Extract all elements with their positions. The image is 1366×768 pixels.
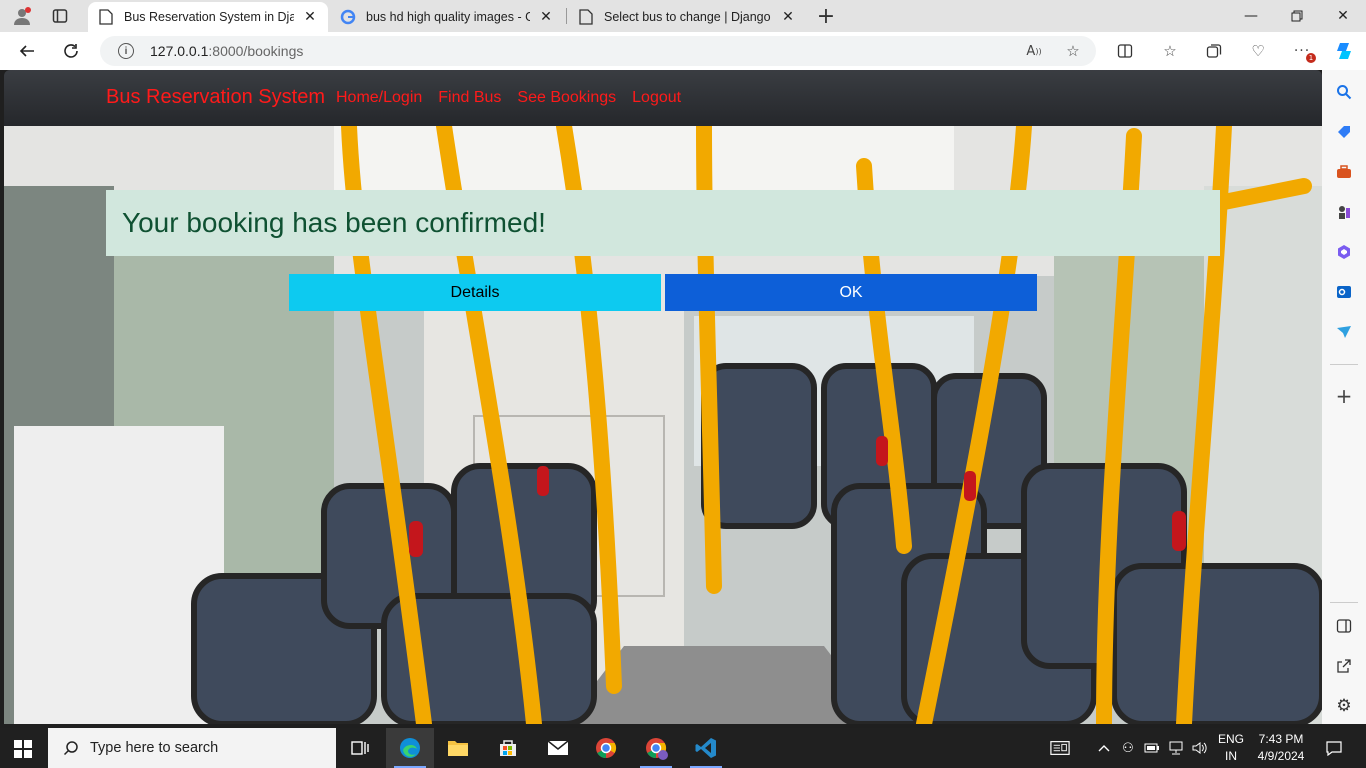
tab-title: Bus Reservation System in Django (124, 10, 294, 24)
settings-more-icon[interactable]: ··· 1 (1290, 39, 1316, 63)
chrome-icon[interactable] (582, 728, 630, 768)
nav-link-find-bus[interactable]: Find Bus (438, 89, 501, 107)
url-path: :8000/bookings (208, 43, 304, 59)
input-language-indicator[interactable]: ENG IN (1216, 731, 1246, 765)
restore-icon[interactable] (1274, 0, 1320, 32)
meet-now-icon[interactable]: ⚇ (1118, 738, 1138, 758)
address-bar[interactable]: i 127.0.0.1:8000/bookings (100, 36, 1096, 66)
booking-confirmation-alert: Your booking has been confirmed! (106, 190, 1220, 256)
search-icon[interactable] (1332, 80, 1356, 104)
add-plus-icon[interactable]: + (1332, 384, 1356, 408)
sidebar-separator (1330, 364, 1358, 365)
microsoft-365-icon[interactable] (1332, 240, 1356, 264)
open-external-icon[interactable] (1332, 654, 1356, 678)
details-button[interactable]: Details (289, 274, 661, 311)
taskbar-search-box[interactable]: Type here to search (48, 728, 336, 768)
tab-title: bus hd high quality images - Google (366, 10, 530, 24)
copilot-icon[interactable] (1332, 39, 1356, 63)
notifications-icon[interactable] (1324, 738, 1344, 758)
profile-avatar-icon[interactable] (8, 4, 36, 28)
collections-icon[interactable] (1202, 39, 1226, 63)
volume-icon[interactable] (1190, 738, 1210, 758)
favorite-star-icon[interactable]: ☆ (1061, 39, 1085, 63)
windows-taskbar: Type here to search ⚇ ENG IN 7:43 PM 4/9… (0, 728, 1366, 768)
window-close-icon[interactable]: ✕ (1320, 0, 1366, 32)
site-info-icon[interactable]: i (118, 43, 134, 59)
chevron-up-icon[interactable] (1094, 738, 1114, 758)
nav-link-logout[interactable]: Logout (632, 89, 681, 107)
tab-bus-reservation[interactable]: Bus Reservation System in Django ✕ (88, 2, 328, 32)
hide-sidebar-icon[interactable] (1332, 614, 1356, 638)
alert-message: Your booking has been confirmed! (122, 207, 546, 238)
task-view-icon[interactable] (336, 728, 384, 768)
tools-briefcase-icon[interactable] (1332, 160, 1356, 184)
tab-actions-icon[interactable] (46, 4, 74, 28)
site-navbar: Bus Reservation System Home/Login Find B… (4, 70, 1322, 126)
favorites-icon[interactable]: ☆ (1158, 39, 1182, 63)
sidebar-separator (1330, 602, 1358, 603)
page-icon (578, 9, 594, 25)
ok-button[interactable]: OK (665, 274, 1037, 311)
taskbar-clock[interactable]: 7:43 PM 4/9/2024 (1248, 731, 1314, 765)
tab-google-images[interactable]: bus hd high quality images - Google ✕ (330, 2, 564, 32)
close-icon[interactable]: ✕ (302, 9, 318, 25)
language-code: ENG (1217, 732, 1244, 746)
windows-start-icon[interactable] (14, 740, 32, 758)
drop-send-icon[interactable] (1332, 320, 1356, 344)
split-screen-icon[interactable] (1113, 39, 1137, 63)
news-widget-icon[interactable] (1050, 738, 1070, 758)
tab-separator (566, 8, 567, 24)
sidebar-settings-gear-icon[interactable]: ⚙ (1332, 694, 1356, 718)
close-icon[interactable]: ✕ (538, 9, 554, 25)
vscode-icon[interactable] (682, 728, 730, 768)
page-icon (98, 9, 114, 25)
page-viewport: Bus Reservation System Home/Login Find B… (4, 70, 1322, 724)
games-chess-icon[interactable] (1332, 200, 1356, 224)
clock-date: 4/9/2024 (1257, 749, 1305, 763)
nav-link-home-login[interactable]: Home/Login (336, 89, 422, 107)
close-icon[interactable]: ✕ (780, 9, 796, 25)
tab-django-admin[interactable]: Select bus to change | Django site ✕ (568, 2, 806, 32)
edge-sidebar: + ⚙ (1322, 70, 1366, 724)
chrome-profile-icon[interactable] (632, 728, 680, 768)
read-aloud-icon[interactable]: A)) (1022, 39, 1046, 63)
search-placeholder: Type here to search (90, 740, 219, 756)
browser-toolbar: i 127.0.0.1:8000/bookings A)) ☆ ☆ ♡ ··· … (0, 32, 1366, 70)
site-nav-links: Home/Login Find Bus See Bookings Logout (336, 89, 681, 107)
minimize-icon[interactable]: — (1228, 0, 1274, 32)
tab-title: Select bus to change | Django site (604, 10, 772, 24)
file-explorer-icon[interactable] (434, 728, 482, 768)
region-code: IN (1225, 749, 1237, 763)
new-tab-plus-icon[interactable]: + (812, 4, 840, 29)
browser-essentials-icon[interactable]: ♡ (1246, 39, 1270, 63)
microsoft-store-icon[interactable] (484, 728, 532, 768)
search-icon (62, 739, 80, 757)
refresh-icon[interactable] (56, 37, 86, 65)
clock-time: 7:43 PM (1258, 732, 1304, 746)
network-icon[interactable] (1166, 738, 1186, 758)
outlook-icon[interactable] (1332, 280, 1356, 304)
shopping-tag-icon[interactable] (1332, 120, 1356, 144)
google-icon (340, 9, 356, 25)
site-brand[interactable]: Bus Reservation System (106, 86, 325, 109)
mail-icon[interactable] (534, 728, 582, 768)
battery-icon[interactable] (1142, 738, 1162, 758)
back-arrow-icon[interactable] (12, 37, 42, 65)
browser-tab-bar: Bus Reservation System in Django ✕ bus h… (0, 0, 1366, 32)
nav-link-see-bookings[interactable]: See Bookings (517, 89, 616, 107)
edge-taskbar-icon[interactable] (386, 728, 434, 768)
url-host: 127.0.0.1 (150, 43, 209, 59)
